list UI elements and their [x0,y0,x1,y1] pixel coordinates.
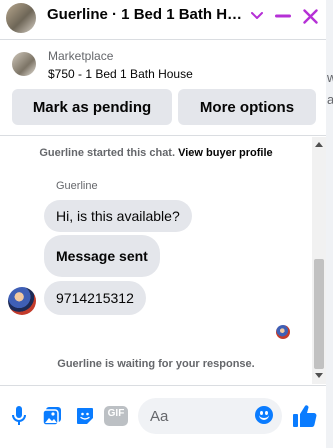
chevron-down-icon[interactable] [246,5,268,27]
message-text: Message sent [56,248,148,264]
header-divider [0,39,326,40]
sender-name: Guerline [56,180,98,192]
background-text: a [327,92,333,107]
message-text: 9714215312 [56,290,134,306]
listing-thumbnail[interactable] [12,52,36,76]
message-bubble[interactable]: Message sent [44,235,160,277]
more-options-button[interactable]: More options [178,89,316,125]
emoji-icon[interactable] [255,406,273,424]
composer-divider [0,385,326,386]
thumbs-up-icon[interactable] [292,405,318,427]
view-buyer-profile-link[interactable]: View buyer profile [178,147,273,159]
close-icon[interactable] [299,5,321,27]
listing-divider [0,135,326,136]
chat-started-notice: Guerline started this chat. View buyer p… [0,147,312,159]
gif-icon[interactable]: GIF [104,405,128,427]
sticker-icon[interactable] [74,405,96,427]
message-bubble[interactable]: Hi, is this available? [44,200,192,232]
message-bubble[interactable]: 9714215312 [44,281,146,315]
minimize-icon[interactable] [272,5,294,27]
scroll-down-arrow[interactable] [315,373,323,378]
marketplace-label: Marketplace [48,49,114,63]
photo-icon[interactable] [41,405,63,427]
seen-avatar [276,325,290,339]
mark-as-pending-button[interactable]: Mark as pending [12,89,172,125]
background-text: w [327,70,333,85]
scroll-up-arrow[interactable] [315,142,323,147]
sender-avatar[interactable] [8,287,36,315]
message-text: Hi, is this available? [56,208,180,224]
chat-window: Guerline · 1 Bed 1 Bath Ho... Marketplac… [0,0,326,448]
gif-label: GIF [107,408,125,419]
chat-title[interactable]: Guerline · 1 Bed 1 Bath Ho... [47,6,245,23]
conversation-scrollbar[interactable] [312,137,326,384]
chat-started-text: Guerline started this chat. [39,147,176,159]
chat-header[interactable]: Guerline · 1 Bed 1 Bath Ho... [0,0,326,34]
listing-title[interactable]: $750 - 1 Bed 1 Bath House [48,67,193,81]
background-page-edge: w a [326,0,333,448]
listing-avatar[interactable] [6,3,36,33]
microphone-icon[interactable] [8,405,30,427]
scroll-thumb[interactable] [314,259,324,369]
waiting-notice: Guerline is waiting for your response. [57,358,255,370]
